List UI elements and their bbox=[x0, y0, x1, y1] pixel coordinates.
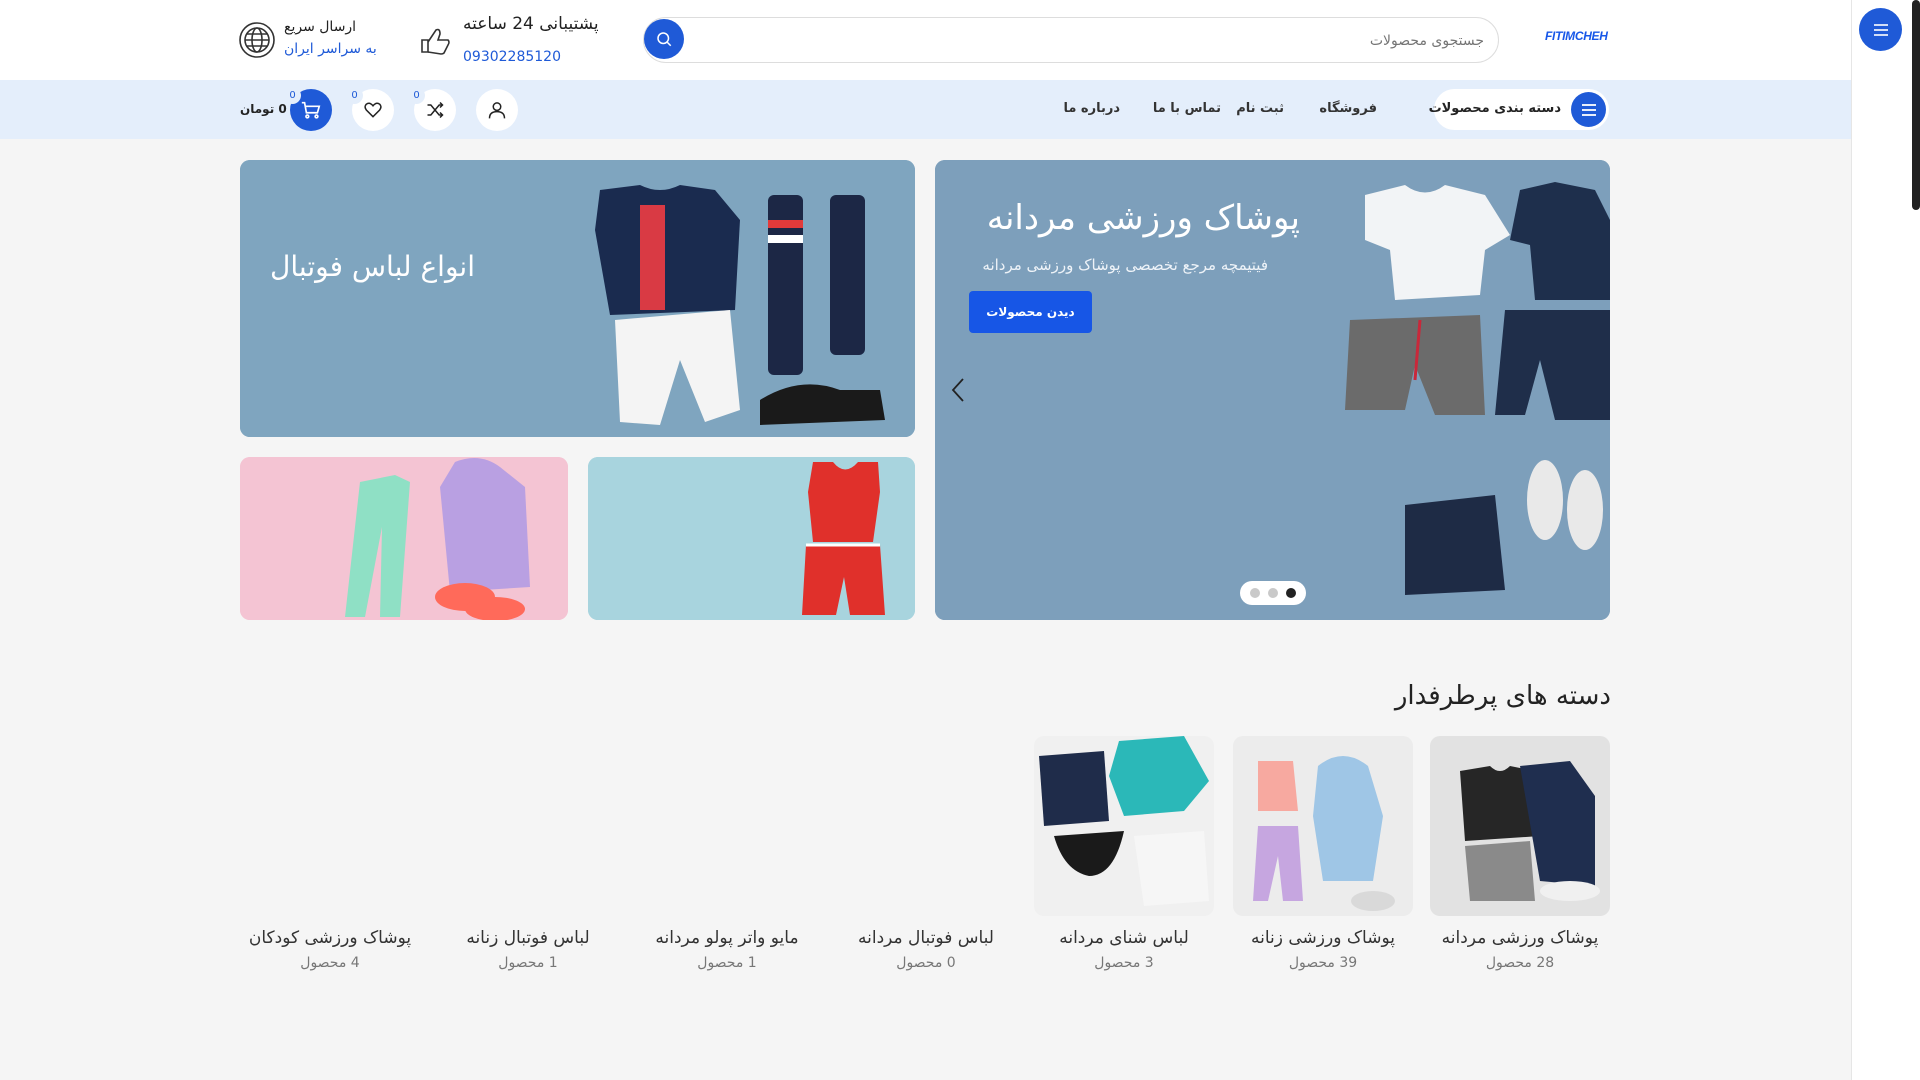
slider-prev-arrow-icon[interactable] bbox=[951, 377, 965, 403]
hero-subtitle: فیتیمچه مرجع تخصصی پوشاک ورزشی مردانه bbox=[982, 256, 1268, 274]
category-count: 28 محصول bbox=[1485, 955, 1555, 971]
shuffle-icon bbox=[427, 101, 444, 119]
heart-icon bbox=[364, 102, 382, 118]
category-image bbox=[1034, 736, 1214, 916]
womens-banner[interactable] bbox=[240, 457, 568, 620]
category-card[interactable]: لباس فوتبال زنانه 1 محصول bbox=[438, 736, 618, 971]
category-name: پوشاک ورزشی مردانه 28 محصول bbox=[1430, 926, 1610, 976]
side-rail bbox=[1851, 0, 1920, 1080]
shipping-subtitle: به سراسر ایران bbox=[284, 41, 377, 57]
category-title: لباس فوتبال مردانه bbox=[858, 928, 994, 948]
hero-slider[interactable]: پوشاک ورزشی مردانه فیتیمچه مرجع تخصصی پو… bbox=[935, 160, 1610, 620]
side-menu-button[interactable] bbox=[1859, 8, 1902, 51]
scrollbar-thumb[interactable] bbox=[1912, 0, 1920, 210]
category-image bbox=[240, 736, 420, 916]
slider-dot-2[interactable] bbox=[1268, 588, 1278, 598]
slider-pagination bbox=[1240, 581, 1306, 605]
category-title: پوشاک ورزشی مردانه bbox=[1441, 928, 1599, 948]
category-name: پوشاک ورزشی کودکان 4 محصول bbox=[240, 926, 420, 976]
category-title: مایو واتر پولو مردانه bbox=[655, 928, 799, 948]
menu-icon bbox=[1571, 92, 1606, 127]
category-title: پوشاک ورزشی کودکان bbox=[248, 928, 412, 948]
search-input[interactable] bbox=[724, 30, 1484, 52]
basketball-kit-image bbox=[588, 457, 915, 620]
category-count: 39 محصول bbox=[1288, 955, 1358, 971]
user-icon bbox=[488, 102, 506, 119]
hero-title: پوشاک ورزشی مردانه bbox=[986, 198, 1300, 238]
category-count: 1 محصول bbox=[697, 955, 757, 971]
category-card[interactable]: پوشاک ورزشی کودکان 4 محصول bbox=[240, 736, 420, 971]
compare-count-badge: 0 bbox=[408, 87, 425, 104]
category-title: لباس شنای مردانه bbox=[1059, 928, 1189, 948]
football-banner-title: انواع لباس فوتبال bbox=[270, 250, 475, 283]
search-bar bbox=[643, 17, 1499, 63]
categories-menu-label: دسته بندی محصولات bbox=[1428, 101, 1561, 116]
category-name: لباس فوتبال مردانه 0 محصول bbox=[836, 926, 1016, 976]
support-phone[interactable]: 09302285120 bbox=[463, 49, 561, 65]
search-icon bbox=[657, 32, 672, 47]
nav-link-register[interactable]: ثبت نام bbox=[1236, 101, 1284, 116]
nav-link-contact[interactable]: تماس با ما bbox=[1153, 101, 1221, 116]
category-image bbox=[1430, 736, 1610, 916]
category-title: لباس فوتبال زنانه bbox=[466, 928, 590, 948]
view-products-button[interactable]: دیدن محصولات bbox=[969, 291, 1092, 333]
category-image bbox=[836, 736, 1016, 916]
wishlist-count-badge: 0 bbox=[346, 87, 363, 104]
category-card[interactable]: لباس شنای مردانه 3 محصول bbox=[1034, 736, 1214, 971]
cart-icon bbox=[301, 101, 321, 119]
support-title: پشتیبانی 24 ساعته bbox=[463, 14, 599, 34]
category-image bbox=[637, 736, 817, 916]
globe-icon bbox=[239, 22, 275, 58]
category-title: پوشاک ورزشی زنانه bbox=[1251, 928, 1395, 948]
category-name: پوشاک ورزشی زنانه 39 محصول bbox=[1233, 926, 1413, 976]
nav-link-about[interactable]: درباره ما bbox=[1063, 101, 1120, 116]
womens-sportswear-image bbox=[240, 457, 568, 620]
category-count: 4 محصول bbox=[300, 955, 360, 971]
nav-link-shop[interactable]: فروشگاه bbox=[1319, 101, 1377, 116]
category-count: 3 محصول bbox=[1094, 955, 1154, 971]
category-card[interactable]: لباس فوتبال مردانه 0 محصول bbox=[836, 736, 1016, 971]
slider-dot-1[interactable] bbox=[1286, 588, 1296, 598]
category-image bbox=[1233, 736, 1413, 916]
category-name: مایو واتر پولو مردانه 1 محصول bbox=[637, 926, 817, 976]
slider-dot-3[interactable] bbox=[1250, 588, 1260, 598]
cart-total: 0 تومان bbox=[240, 102, 287, 116]
football-banner[interactable]: انواع لباس فوتبال bbox=[240, 160, 915, 437]
category-card[interactable]: پوشاک ورزشی مردانه 28 محصول bbox=[1430, 736, 1610, 971]
category-count: 1 محصول bbox=[498, 955, 558, 971]
category-card[interactable]: پوشاک ورزشی زنانه 39 محصول bbox=[1233, 736, 1413, 971]
account-button[interactable] bbox=[476, 89, 518, 131]
category-name: لباس شنای مردانه 3 محصول bbox=[1034, 926, 1214, 976]
search-button[interactable] bbox=[644, 19, 684, 59]
basketball-banner[interactable] bbox=[588, 457, 915, 620]
menu-icon bbox=[1873, 23, 1888, 36]
shipping-title: ارسال سریع bbox=[284, 19, 357, 35]
category-name: لباس فوتبال زنانه 1 محصول bbox=[438, 926, 618, 976]
popular-categories-title: دسته های پرطرفدار bbox=[1394, 681, 1611, 711]
category-count: 0 محصول bbox=[896, 955, 956, 971]
category-card[interactable]: مایو واتر پولو مردانه 1 محصول bbox=[637, 736, 817, 971]
headset-icon bbox=[421, 28, 450, 55]
category-image bbox=[438, 736, 618, 916]
categories-menu-button[interactable]: دسته بندی محصولات bbox=[1429, 89, 1609, 130]
site-logo[interactable]: FITIMCHEH bbox=[1545, 29, 1608, 43]
football-kit-image bbox=[240, 160, 915, 437]
